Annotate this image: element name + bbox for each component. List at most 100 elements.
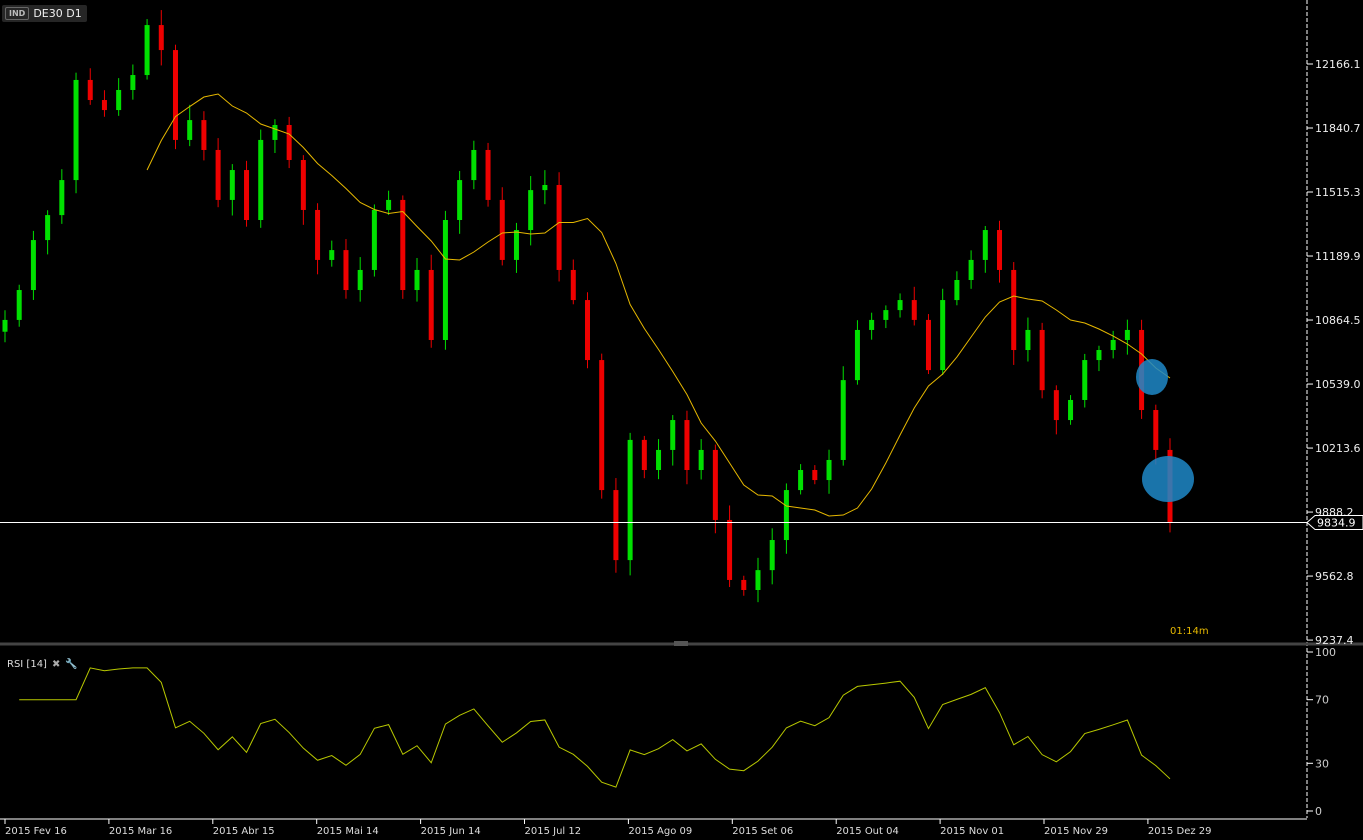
candle-body xyxy=(144,25,150,76)
wrench-icon[interactable]: 🔧 xyxy=(65,659,77,670)
candle-body xyxy=(1025,329,1031,351)
candle-body xyxy=(1124,329,1130,340)
candle-body xyxy=(172,50,178,140)
candle-body xyxy=(101,100,107,111)
candle-body xyxy=(656,449,662,471)
candle-body xyxy=(471,149,477,181)
candle-body xyxy=(684,420,690,471)
candle-body xyxy=(755,570,761,590)
candle-body xyxy=(513,230,519,260)
candle-body xyxy=(997,230,1003,270)
candle-body xyxy=(1053,390,1059,421)
date-tick-label: 2015 Fev 16 xyxy=(5,826,67,837)
price-tick-label: 11189.9 xyxy=(1315,250,1361,263)
candle-body xyxy=(286,124,292,161)
candle-body xyxy=(727,519,733,580)
candle-body xyxy=(613,490,619,561)
date-tick-label: 2015 Set 06 xyxy=(732,826,793,837)
candle-body xyxy=(1011,269,1017,351)
candle-body xyxy=(883,310,889,320)
candle-body xyxy=(911,300,917,320)
price-tick-label: 12166.1 xyxy=(1315,58,1361,71)
candle-body xyxy=(712,449,718,520)
price-tick-label: 11515.3 xyxy=(1315,186,1361,199)
price-chart: 12166.1 11840.7 11515.3 11189.9 10864.5 10539… xyxy=(0,0,1363,837)
candle-body xyxy=(798,470,804,491)
candle-body xyxy=(869,319,875,330)
close-icon[interactable]: ✖ xyxy=(52,659,60,670)
candle-body xyxy=(87,79,93,101)
rsi-title: RSI [14] xyxy=(7,659,47,670)
date-tick-label: 2015 Dez 29 xyxy=(1148,826,1212,837)
symbol-badge: IND DE30 D1 xyxy=(2,5,87,22)
candle-body xyxy=(954,279,960,301)
annotation-circle xyxy=(1142,456,1194,502)
date-tick-label: 2015 Out 04 xyxy=(836,826,899,837)
date-tick-label: 2015 Nov 29 xyxy=(1044,826,1108,837)
candle-body xyxy=(570,269,576,301)
candle-body xyxy=(343,250,349,291)
rsi-line xyxy=(19,667,1171,788)
candle-body xyxy=(300,160,306,210)
candle-body xyxy=(940,300,946,371)
candle-body xyxy=(187,120,193,140)
candle-body xyxy=(783,490,789,541)
candle-body xyxy=(556,184,562,270)
candle-body xyxy=(641,439,647,471)
rsi-tick-label: 70 xyxy=(1315,694,1329,707)
candle-body xyxy=(599,360,605,491)
annotation-circle xyxy=(1136,359,1168,395)
candle-body xyxy=(499,199,505,260)
candle-body xyxy=(428,269,434,340)
rsi-tick-label: 100 xyxy=(1315,646,1336,659)
candle-body xyxy=(826,459,832,481)
candle-body xyxy=(485,149,491,200)
candle-body xyxy=(854,329,860,381)
price-tick-label: 11840.7 xyxy=(1315,122,1361,135)
candle-body xyxy=(30,240,36,291)
price-tick-label: 9562.8 xyxy=(1315,570,1354,583)
candle-body xyxy=(158,25,164,51)
candle-body xyxy=(741,579,747,590)
candle-body xyxy=(457,180,463,221)
price-tick-label: 10213.6 xyxy=(1315,442,1361,455)
candle-body xyxy=(73,79,79,181)
date-tick-label: 2015 Jun 14 xyxy=(421,826,481,837)
date-tick-label: 2015 Nov 01 xyxy=(940,826,1004,837)
candle-body xyxy=(45,215,51,241)
candle-body xyxy=(585,300,590,361)
date-tick-label: 2015 Mai 14 xyxy=(317,826,379,837)
candle-timer: 01:14m xyxy=(1170,626,1209,637)
candle-body xyxy=(812,470,818,481)
candle-body xyxy=(1096,350,1102,361)
rsi-label: RSI [14] ✖ 🔧 xyxy=(7,659,78,670)
candle-body xyxy=(982,230,988,260)
rsi-tick-label: 0 xyxy=(1315,805,1322,818)
candle-body xyxy=(215,149,221,200)
candle-body xyxy=(414,269,420,291)
rsi-tick-label: 30 xyxy=(1315,757,1329,770)
candle-body xyxy=(357,269,363,291)
symbol-title: DE30 D1 xyxy=(33,7,82,20)
candle-body xyxy=(698,449,704,471)
instrument-type-badge: IND xyxy=(5,7,30,20)
candle-body xyxy=(1153,410,1159,450)
candle-body xyxy=(528,190,534,231)
candle-body xyxy=(897,300,903,311)
candle-body xyxy=(925,319,931,371)
candle-body xyxy=(329,250,335,260)
candle-body xyxy=(272,124,278,140)
panel-resize-handle[interactable] xyxy=(674,641,688,646)
candle-body xyxy=(244,170,250,221)
date-tick-label: 2015 Mar 16 xyxy=(109,826,172,837)
date-tick-label: 2015 Ago 09 xyxy=(628,826,692,837)
price-tick-label: 10539.0 xyxy=(1315,378,1361,391)
candle-body xyxy=(627,439,633,561)
current-price-label: 9834.9 xyxy=(1317,517,1356,530)
candle-body xyxy=(371,209,377,270)
candle-body xyxy=(670,420,676,450)
candle-body xyxy=(201,120,207,150)
candle-body xyxy=(1082,360,1088,400)
candle-body xyxy=(116,89,122,111)
candle-body xyxy=(1110,339,1116,351)
